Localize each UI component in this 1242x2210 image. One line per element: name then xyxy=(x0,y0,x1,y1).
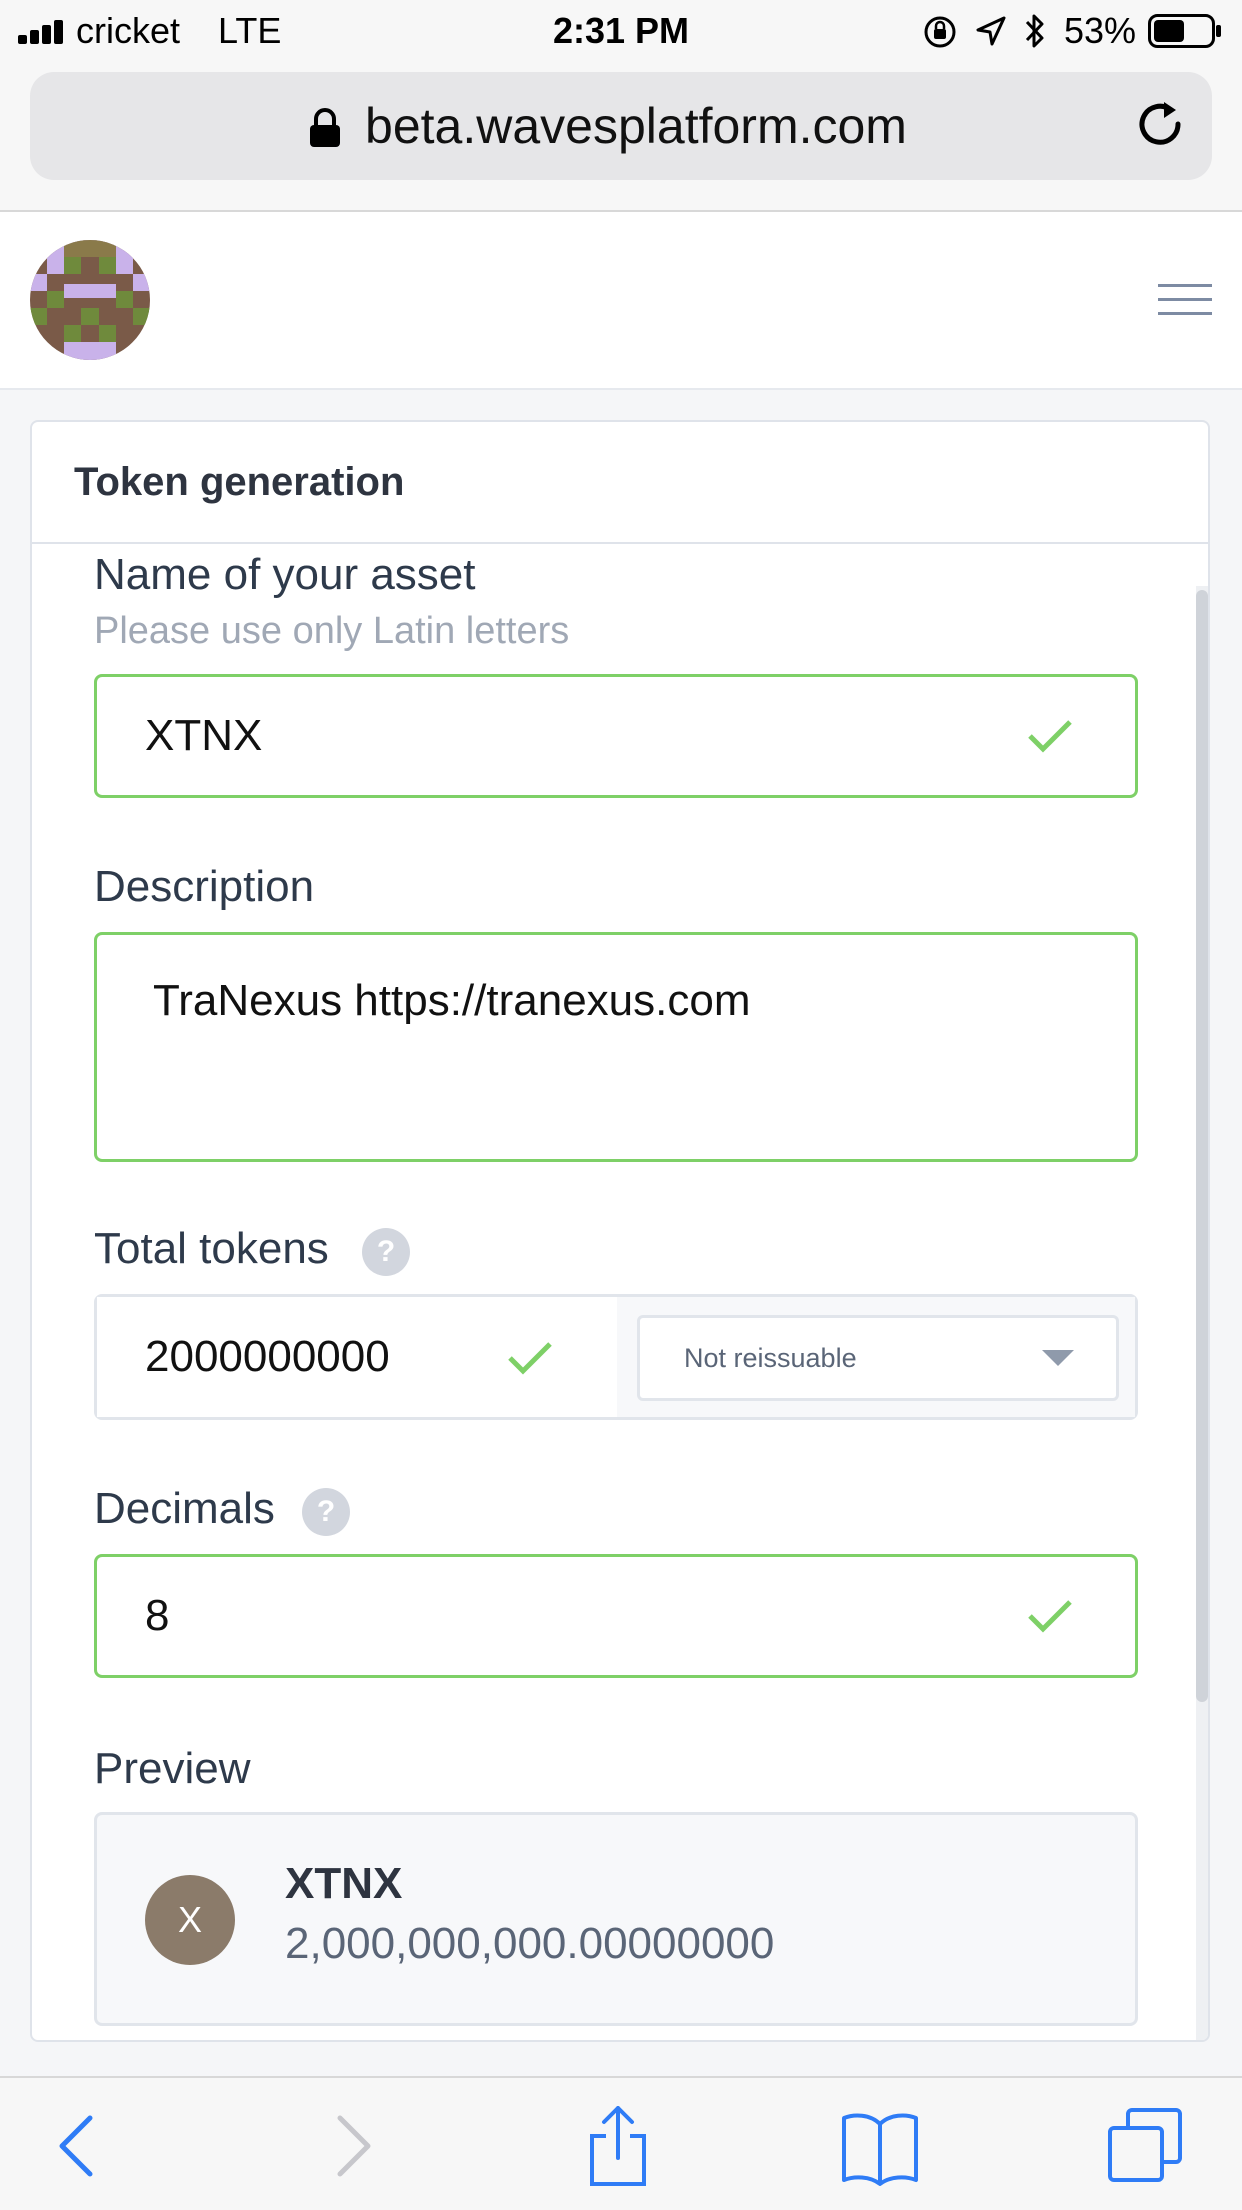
description-label: Description xyxy=(94,862,315,911)
asset-name-hint: Please use only Latin letters xyxy=(94,610,570,652)
total-tokens-value[interactable]: 2000000000 xyxy=(145,1297,390,1417)
browser-address-area: beta.wavesplatform.com xyxy=(0,62,1242,212)
bluetooth-icon xyxy=(1025,14,1044,48)
reissuable-select[interactable]: Not reissuable xyxy=(637,1315,1119,1401)
back-arrow-icon[interactable] xyxy=(38,2106,118,2186)
forward-arrow-icon[interactable] xyxy=(312,2106,392,2186)
reissuable-select-wrapper: Not reissuable xyxy=(617,1297,1135,1417)
orientation-lock-icon xyxy=(924,16,956,48)
token-generation-card: Token generation Name of your asset Plea… xyxy=(30,420,1210,2042)
card-header: Token generation xyxy=(32,422,1208,544)
asset-name-field[interactable]: XTNX xyxy=(94,674,1138,798)
app-header xyxy=(0,212,1242,390)
clock: 2:31 PM xyxy=(552,10,690,51)
user-avatar[interactable] xyxy=(30,240,150,360)
token-preview: X XTNX 2,000,000,000.00000000 xyxy=(94,1812,1138,2026)
card-title: Token generation xyxy=(74,460,405,504)
token-avatar: X xyxy=(145,1875,235,1965)
reload-icon[interactable] xyxy=(1134,98,1190,154)
decimals-help-icon[interactable]: ? xyxy=(302,1488,350,1536)
checkmark-icon xyxy=(1028,1600,1072,1633)
battery-percent: 53% xyxy=(1064,10,1137,51)
decimals-field[interactable]: 8 xyxy=(94,1554,1138,1678)
checkmark-icon xyxy=(1028,720,1072,753)
total-tokens-group: 2000000000 Not reissuable xyxy=(94,1294,1138,1420)
battery-icon xyxy=(1148,14,1221,48)
total-tokens-label: Total tokens xyxy=(94,1224,329,1273)
decimals-label: Decimals xyxy=(94,1484,275,1533)
chevron-down-icon xyxy=(1042,1350,1074,1366)
share-icon[interactable] xyxy=(578,2106,658,2186)
description-value[interactable]: TraNexus https://tranexus.com xyxy=(153,973,750,1029)
asset-name-value[interactable]: XTNX xyxy=(145,677,262,795)
preview-label: Preview xyxy=(94,1744,251,1793)
address-bar[interactable]: beta.wavesplatform.com xyxy=(30,72,1212,180)
token-preview-name: XTNX xyxy=(285,1859,403,1908)
url-text[interactable]: beta.wavesplatform.com xyxy=(30,72,1212,180)
token-preview-amount: 2,000,000,000.00000000 xyxy=(285,1919,775,1968)
total-tokens-help-icon[interactable]: ? xyxy=(362,1228,410,1276)
decimals-value[interactable]: 8 xyxy=(145,1557,169,1675)
total-tokens-input[interactable]: 2000000000 xyxy=(97,1297,617,1417)
tabs-icon[interactable] xyxy=(1104,2106,1184,2186)
location-arrow-icon xyxy=(976,16,1006,46)
scrollbar-thumb[interactable] xyxy=(1196,590,1208,1702)
bookmarks-icon[interactable] xyxy=(840,2106,920,2186)
hamburger-menu-icon[interactable] xyxy=(1158,280,1212,320)
status-bar: cricket LTE 2:31 PM 53% xyxy=(0,0,1242,62)
browser-toolbar xyxy=(0,2076,1242,2210)
checkmark-icon xyxy=(508,1342,552,1375)
reissuable-select-value[interactable]: Not reissuable xyxy=(684,1318,857,1398)
asset-name-label: Name of your asset xyxy=(94,550,476,599)
description-field[interactable]: TraNexus https://tranexus.com xyxy=(94,932,1138,1162)
